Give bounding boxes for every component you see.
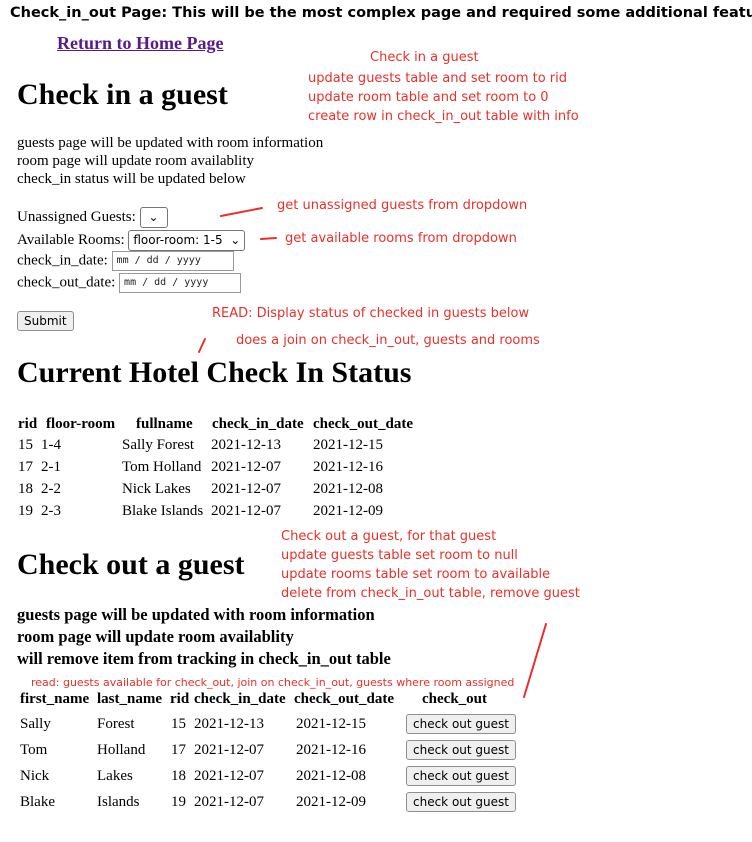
annotation-stroke-unassigned	[220, 207, 263, 217]
annotation-stroke-checkout	[523, 623, 547, 698]
annotation-stroke-status	[198, 338, 206, 353]
annotation-stroke-rooms	[260, 237, 277, 240]
annotation-strokes	[198, 207, 547, 698]
